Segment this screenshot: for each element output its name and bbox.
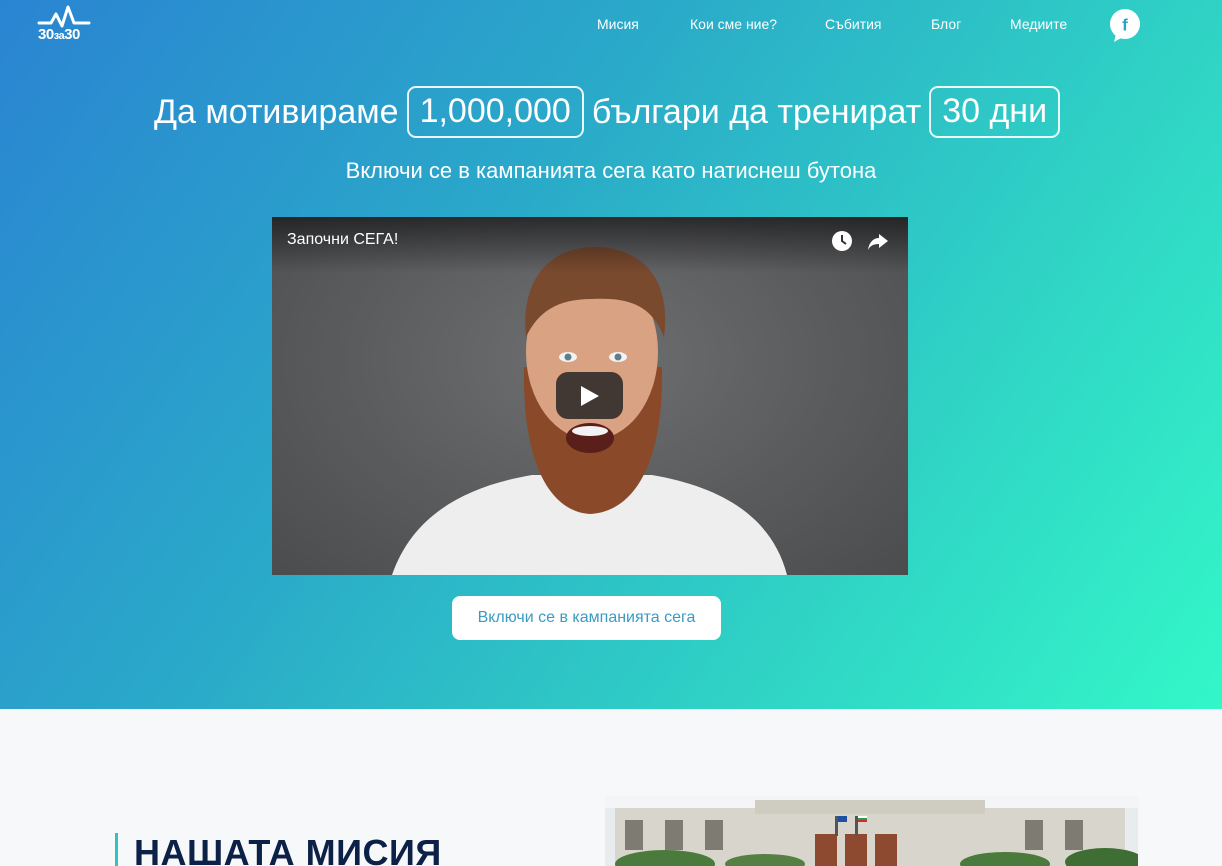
facebook-icon[interactable]: f — [1110, 9, 1140, 42]
nav-item-blog[interactable]: Блог — [931, 16, 961, 32]
mission-image — [605, 796, 1138, 866]
video-player[interactable]: Започни СЕГА! — [272, 217, 908, 575]
headline-days-box: 30 дни — [929, 86, 1061, 138]
clock-icon[interactable] — [831, 230, 853, 257]
nav-item-media[interactable]: Медиите — [1010, 16, 1067, 32]
nav-item-mission[interactable]: Мисия — [597, 16, 639, 32]
nav-item-about[interactable]: Кои сме ние? — [690, 16, 777, 32]
headline-text-1: Да мотивираме — [153, 92, 399, 131]
video-title[interactable]: Започни СЕГА! — [287, 231, 398, 249]
nav-item-events[interactable]: Събития — [825, 16, 882, 32]
hero-headline: Да мотивираме 1,000,000 българи да трени… — [0, 86, 1222, 138]
join-campaign-button[interactable]: Включи се в кампанията сега — [452, 596, 721, 640]
mission-title: НАШАТА МИСИЯ — [134, 832, 442, 866]
svg-text:f: f — [1122, 16, 1128, 35]
share-icon[interactable] — [867, 230, 889, 257]
hero-subheadline: Включи се в кампанията сега като натисне… — [345, 158, 877, 183]
main-nav: Мисия Кои сме ние? Събития Блог Медиите — [0, 16, 1222, 36]
play-icon — [581, 386, 599, 406]
mission-accent-bar — [115, 833, 118, 866]
hero-section: 30за30 Мисия Кои сме ние? Събития Блог М… — [0, 0, 1222, 709]
headline-text-2: българи да тренират — [591, 92, 922, 131]
headline-number-box: 1,000,000 — [406, 86, 584, 138]
play-button[interactable] — [556, 372, 623, 419]
